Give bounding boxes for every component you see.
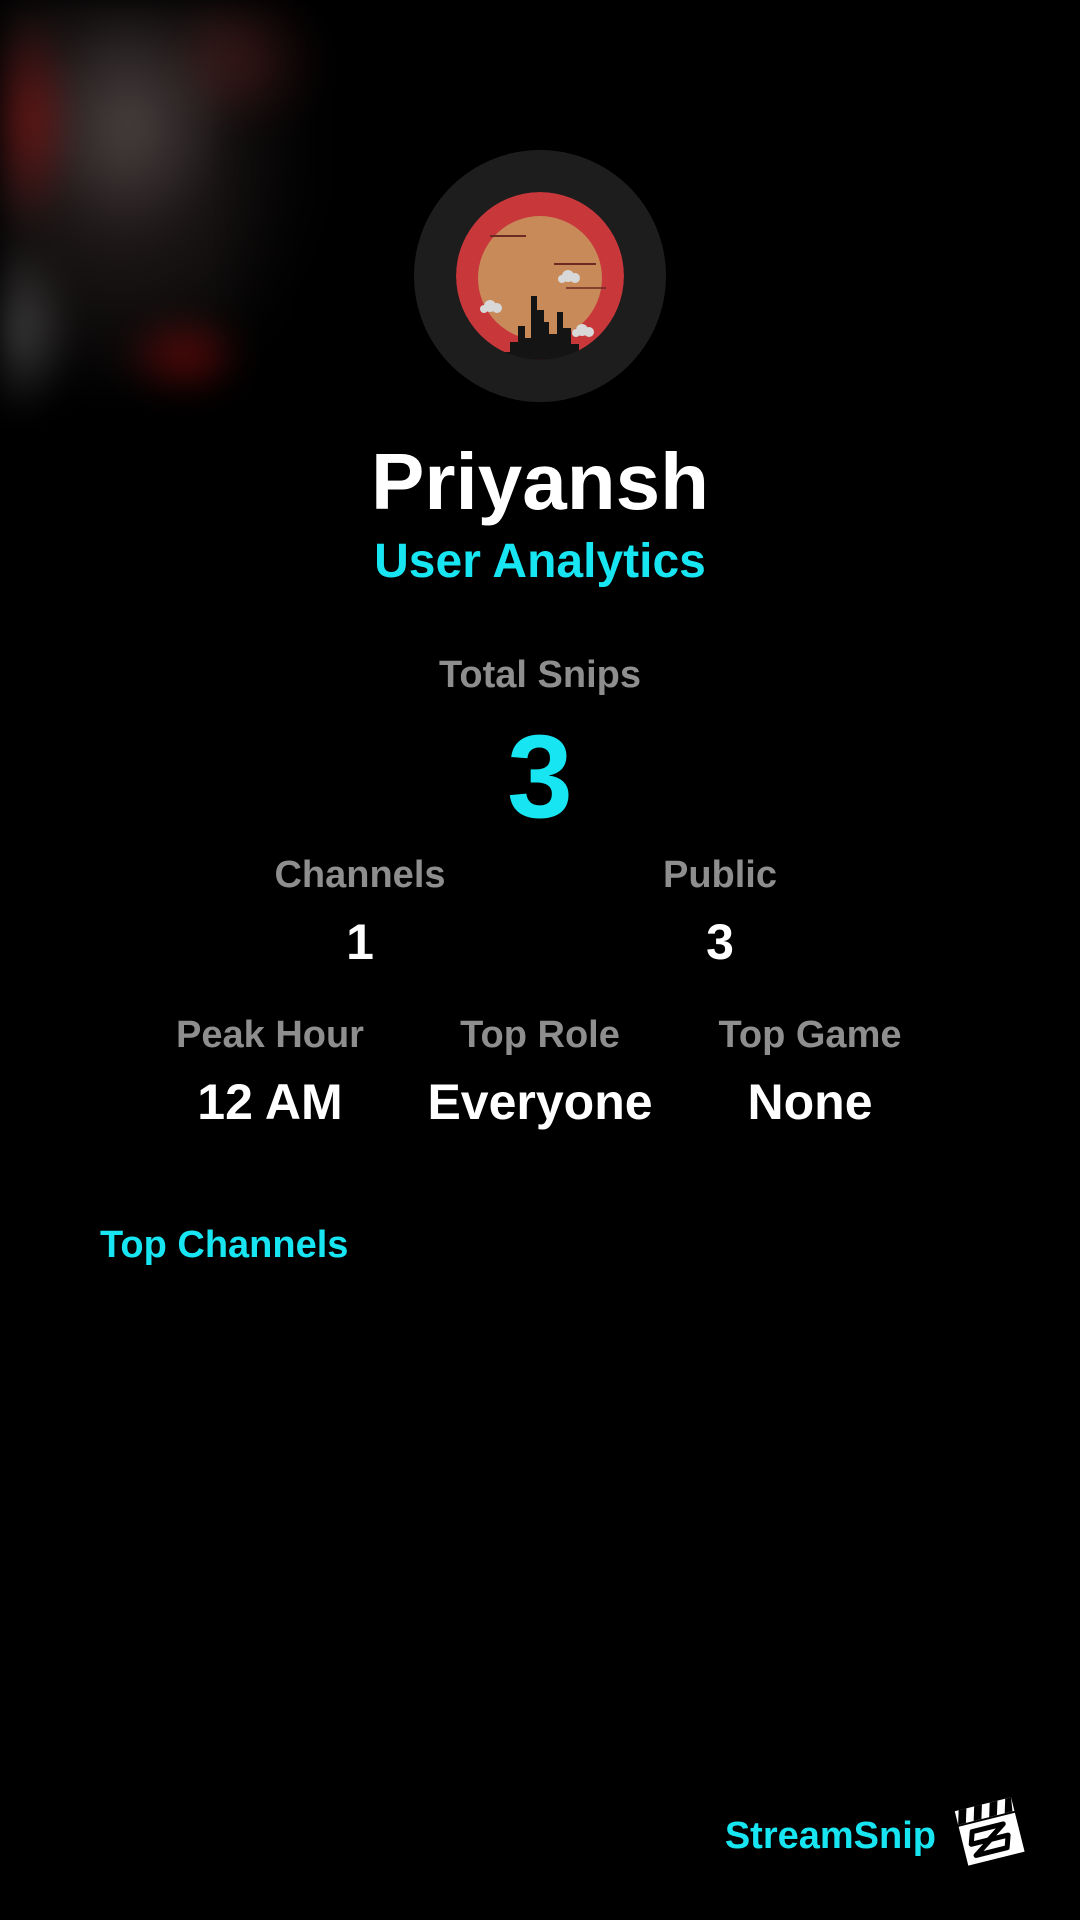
total-snips-label: Total Snips (439, 654, 641, 696)
peak-hour-label: Peak Hour (176, 1014, 364, 1056)
username-title: Priyansh (371, 437, 709, 526)
public-value: 3 (706, 914, 734, 970)
clapperboard-logo-icon (954, 1797, 1025, 1866)
channels-label: Channels (274, 854, 446, 896)
brand-name: StreamSnip (724, 1815, 936, 1857)
city-skyline-sunset-icon (456, 192, 624, 360)
peak-hour-value: 12 AM (197, 1074, 343, 1130)
top-role-value: Everyone (427, 1074, 653, 1130)
top-role-label: Top Role (460, 1014, 620, 1056)
top-game-value: None (747, 1074, 873, 1130)
total-snips-value: 3 (507, 711, 573, 843)
channels-value: 1 (346, 914, 374, 970)
page-subtitle: User Analytics (374, 535, 706, 588)
blurred-background-image (0, 0, 380, 430)
public-label: Public (662, 854, 778, 896)
avatar (414, 150, 666, 402)
top-game-label: Top Game (718, 1014, 902, 1056)
top-channels-heading: Top Channels (100, 1224, 349, 1266)
